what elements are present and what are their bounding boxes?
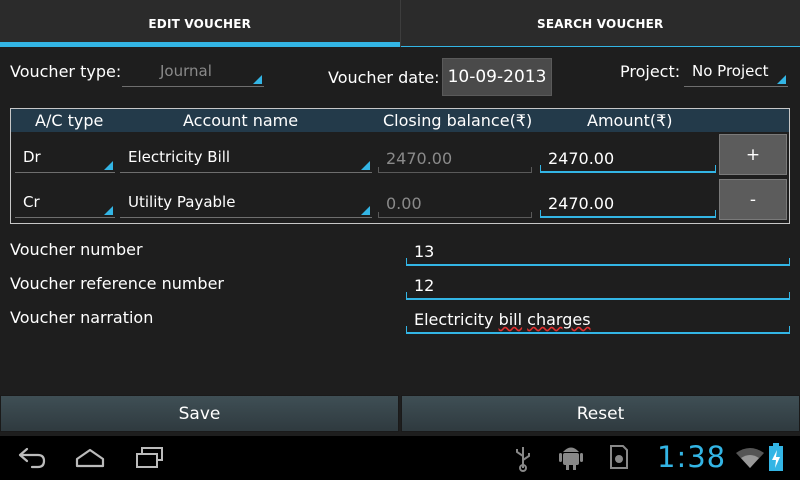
ac-type-value: Dr	[23, 148, 41, 166]
amount-value: 2470.00	[548, 149, 615, 168]
voucher-entries-table: A/C type Account name Closing balance(₹)…	[10, 108, 790, 224]
amount-value: 2470.00	[548, 194, 615, 213]
column-header-ac-type: A/C type	[35, 111, 104, 130]
save-button[interactable]: Save	[0, 395, 399, 432]
narration-word: Electricity	[414, 310, 494, 329]
narration-word-misspelled: bill	[498, 310, 523, 329]
account-name-spinner[interactable]: Electricity Bill	[120, 145, 372, 173]
reset-button[interactable]: Reset	[401, 395, 800, 432]
voucher-type-value: Journal	[160, 62, 212, 80]
home-icon[interactable]	[74, 446, 106, 470]
usb-icon	[516, 447, 530, 472]
dropdown-arrow-icon	[361, 206, 370, 215]
account-name-value: Utility Payable	[128, 193, 236, 211]
android-debug-icon	[559, 447, 583, 470]
system-navigation-bar: 1:38	[0, 436, 800, 480]
closing-balance-field: 2470.00	[378, 145, 532, 173]
closing-balance-value: 0.00	[386, 194, 422, 213]
reference-number-label: Voucher reference number	[10, 274, 225, 293]
ac-type-spinner[interactable]: Dr	[15, 145, 115, 173]
project-value: No Project	[692, 62, 769, 80]
dropdown-arrow-icon	[104, 161, 113, 170]
account-name-spinner[interactable]: Utility Payable	[120, 190, 372, 218]
dropdown-arrow-icon	[253, 75, 262, 84]
remove-row-button[interactable]: -	[719, 179, 787, 220]
narration-label: Voucher narration	[10, 308, 154, 327]
tab-bar: EDIT VOUCHER SEARCH VOUCHER	[0, 0, 800, 47]
clock-time: 1:38	[657, 440, 727, 474]
amount-input[interactable]: 2470.00	[540, 190, 716, 218]
tab-search-voucher[interactable]: SEARCH VOUCHER	[399, 0, 800, 47]
dropdown-arrow-icon	[361, 161, 370, 170]
closing-balance-value: 2470.00	[386, 149, 453, 168]
voucher-date-button[interactable]: 10-09-2013	[442, 58, 552, 96]
column-header-amount: Amount(₹)	[587, 111, 673, 130]
voucher-type-spinner[interactable]: Journal	[122, 59, 264, 87]
column-header-closing-balance: Closing balance(₹)	[383, 111, 533, 130]
narration-input[interactable]: Electricity bill charges	[406, 306, 790, 334]
tab-search-voucher-label: SEARCH VOUCHER	[536, 16, 664, 31]
voucher-number-label: Voucher number	[10, 240, 143, 259]
ac-type-spinner[interactable]: Cr	[15, 190, 115, 218]
voucher-number-value: 13	[414, 242, 435, 261]
recent-apps-icon[interactable]	[134, 445, 166, 471]
amount-input[interactable]: 2470.00	[540, 145, 716, 173]
project-spinner[interactable]: No Project	[684, 59, 788, 87]
tab-edit-voucher-label: EDIT VOUCHER	[148, 16, 252, 31]
sd-card-icon	[610, 445, 628, 469]
reference-number-value: 12	[414, 276, 435, 295]
wifi-icon	[736, 448, 764, 468]
reference-number-input[interactable]: 12	[406, 272, 790, 300]
tab-edit-voucher[interactable]: EDIT VOUCHER	[0, 0, 400, 47]
back-icon[interactable]	[14, 446, 48, 470]
ac-type-value: Cr	[23, 193, 40, 211]
table-header: A/C type Account name Closing balance(₹)…	[11, 109, 789, 132]
narration-value: Electricity bill charges	[414, 310, 591, 329]
project-label: Project:	[620, 62, 681, 81]
closing-balance-field: 0.00	[378, 190, 532, 218]
dropdown-arrow-icon	[777, 75, 786, 84]
battery-charging-icon	[769, 443, 783, 471]
voucher-number-input[interactable]: 13	[406, 238, 790, 266]
voucher-date-label: Voucher date:	[328, 68, 440, 87]
narration-word-misspelled: charges	[527, 310, 591, 329]
account-name-value: Electricity Bill	[128, 148, 231, 166]
column-header-account-name: Account name	[183, 111, 299, 130]
voucher-type-label: Voucher type:	[10, 62, 122, 81]
add-row-button[interactable]: +	[719, 134, 787, 175]
dropdown-arrow-icon	[104, 206, 113, 215]
